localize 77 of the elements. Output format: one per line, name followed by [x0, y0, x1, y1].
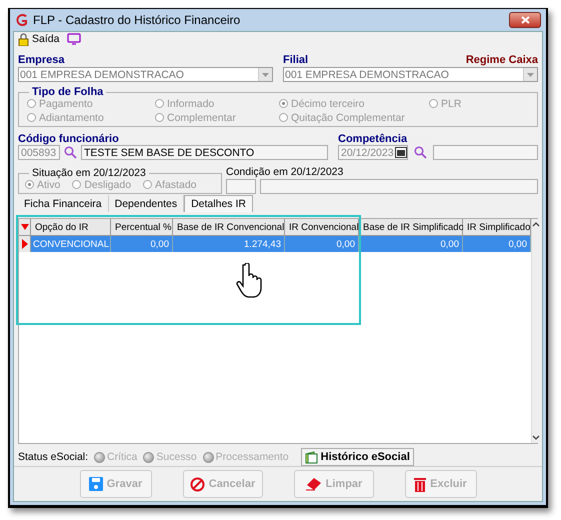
status-indicator-label: Processamento — [216, 451, 289, 463]
radio-label: Pagamento — [39, 98, 93, 110]
branch-dropdown[interactable]: 001 EMPRESA DEMONSTRACAO — [283, 67, 538, 82]
dropdown-arrow-icon[interactable] — [262, 72, 269, 76]
document-icon — [304, 450, 318, 464]
monitor-icon[interactable] — [67, 33, 82, 45]
text-field[interactable] — [260, 179, 538, 194]
column-header[interactable]: Base de IR Convencional — [173, 219, 285, 236]
radio-button[interactable] — [279, 113, 288, 122]
search-icon[interactable] — [64, 146, 77, 159]
column-menu-icon[interactable] — [19, 219, 31, 236]
history-button[interactable]: Histórico eSocial — [300, 448, 414, 466]
group-title: Tipo de Folha — [29, 86, 106, 98]
table-cell: 1.274,43 — [173, 236, 285, 252]
dropdown-arrow-icon[interactable] — [527, 72, 534, 76]
radio-button[interactable] — [72, 180, 82, 189]
field-label: Competência — [338, 133, 408, 145]
column-header[interactable]: Percentual % — [111, 219, 173, 236]
radio-button[interactable] — [143, 180, 152, 189]
tab[interactable]: Ficha Financeira — [18, 195, 109, 212]
text-field[interactable] — [433, 145, 538, 160]
status-label: Status eSocial: — [18, 451, 88, 463]
exit-button[interactable]: Saída — [18, 32, 60, 46]
status-light-icon — [143, 452, 154, 462]
close-icon[interactable] — [520, 16, 530, 24]
radio-button[interactable] — [429, 99, 438, 108]
field-label: Filial — [283, 54, 308, 67]
prohibited-icon — [190, 476, 205, 492]
scroll-up-icon[interactable] — [532, 222, 540, 227]
radio-button[interactable] — [25, 180, 34, 189]
row-indicator-icon — [19, 236, 31, 252]
column-header[interactable]: IR Simplificado — [463, 219, 531, 236]
company-dropdown[interactable]: 001 EMPRESA DEMONSTRACAO — [18, 67, 273, 82]
status-indicator-label: Sucesso — [156, 451, 197, 463]
column-header[interactable]: IR Convencional — [285, 219, 359, 236]
radio-label: Ativo — [37, 178, 60, 190]
column-header[interactable]: Opção do IR — [31, 219, 111, 236]
app-logo-icon — [15, 13, 29, 27]
radio-label: Adiantamento — [39, 112, 104, 124]
calendar-icon[interactable] — [395, 147, 407, 158]
eraser-icon — [304, 477, 322, 491]
status-indicator-label: Crítica — [107, 451, 138, 463]
tab[interactable]: Detalhes IR — [184, 195, 253, 212]
padlock-icon — [18, 32, 29, 46]
radio-label: Desligado — [84, 178, 132, 190]
table-cell: CONVENCIONAL — [31, 236, 111, 252]
field-label: Código funcionário — [18, 133, 120, 145]
radio-label: Complementar — [167, 112, 236, 124]
status-light-icon — [94, 452, 106, 462]
status-light-icon — [202, 452, 214, 462]
regime-label: Regime Caixa — [466, 54, 538, 67]
field-label: Empresa — [18, 54, 64, 67]
radio-label: Décimo terceiro — [291, 98, 365, 110]
search-icon[interactable] — [414, 146, 427, 159]
table-cell: 0,00 — [285, 236, 359, 252]
radio-label: PLR — [441, 98, 462, 110]
table-cell: 0,00 — [359, 236, 463, 252]
radio-button[interactable] — [27, 113, 36, 122]
scroll-down-icon[interactable] — [532, 435, 540, 440]
group-title: Situação em 20/12/2023 — [29, 167, 149, 179]
employee-name-field[interactable]: TESTE SEM BASE DE DESCONTO — [81, 145, 328, 160]
close-button[interactable] — [509, 12, 541, 28]
radio-button[interactable] — [155, 99, 164, 108]
scrollbar[interactable] — [531, 219, 540, 443]
radio-button[interactable] — [27, 99, 36, 108]
radio-button[interactable] — [155, 113, 164, 122]
table-cell: 0,00 — [463, 236, 531, 252]
trash-icon — [414, 476, 426, 492]
field-label: Condição em 20/12/2023 — [226, 166, 344, 178]
window-title: FLP - Cadastro do Histórico Financeiro — [33, 13, 240, 27]
radio-label: Quitação Complementar — [291, 112, 405, 124]
table-cell: 0,00 — [111, 236, 173, 252]
radio-label: Informado — [167, 98, 214, 110]
radio-label: Afastado — [155, 178, 196, 190]
text-field[interactable] — [226, 179, 256, 194]
column-header[interactable]: Base de IR Simplificado — [359, 219, 463, 236]
radio-button[interactable] — [279, 99, 288, 108]
